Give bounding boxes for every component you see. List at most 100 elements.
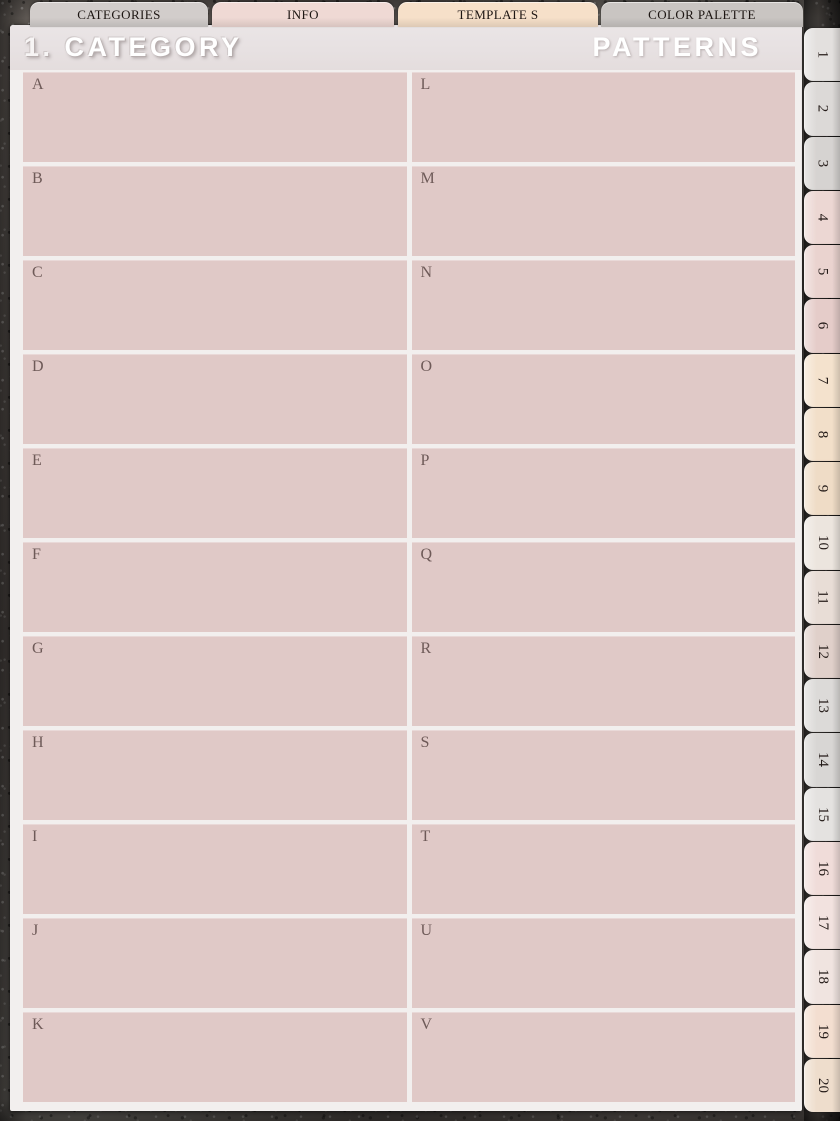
- side-tab-number: 14: [814, 752, 831, 768]
- entry-write-area[interactable]: [23, 848, 407, 914]
- entry-letter: T: [420, 828, 431, 845]
- side-tab-4[interactable]: 4: [804, 190, 840, 244]
- page-title-text: CATEGORY: [64, 32, 243, 62]
- entry-write-area[interactable]: [412, 190, 796, 256]
- entry-write-area[interactable]: [412, 754, 796, 820]
- entry-letter: C: [32, 264, 44, 281]
- entry-write-area[interactable]: [412, 1036, 796, 1102]
- side-tab-number: 16: [814, 860, 831, 876]
- side-tab-3[interactable]: 3: [804, 136, 840, 190]
- entry-write-area[interactable]: [412, 378, 796, 444]
- side-tab-14[interactable]: 14: [804, 733, 840, 787]
- top-tab-info[interactable]: INFO: [212, 2, 394, 27]
- side-tab-number: 13: [814, 698, 831, 714]
- entry-row[interactable]: R: [411, 636, 796, 726]
- side-tab-number: 15: [814, 806, 831, 822]
- entry-row[interactable]: P: [411, 448, 796, 538]
- entry-write-area[interactable]: [23, 754, 407, 820]
- side-tab-12[interactable]: 12: [804, 624, 840, 678]
- entry-write-area[interactable]: [23, 472, 407, 538]
- entry-letter: S: [420, 734, 430, 751]
- entry-write-area[interactable]: [412, 848, 796, 914]
- side-tab-1[interactable]: 1: [804, 28, 840, 82]
- side-tab-9[interactable]: 9: [804, 462, 840, 516]
- entry-write-area[interactable]: [23, 96, 407, 162]
- side-tab-20[interactable]: 20: [804, 1058, 840, 1112]
- entry-row[interactable]: H: [23, 730, 407, 820]
- side-tab-11[interactable]: 11: [804, 570, 840, 624]
- entry-row[interactable]: L: [411, 72, 796, 162]
- entry-write-area[interactable]: [412, 942, 796, 1008]
- entry-row[interactable]: T: [411, 824, 796, 914]
- entry-row[interactable]: S: [411, 730, 796, 820]
- entry-letter: M: [420, 170, 436, 187]
- left-column: A B C D E F G H I J K: [23, 72, 407, 1102]
- entry-write-area[interactable]: [23, 566, 407, 632]
- entry-row[interactable]: N: [411, 260, 796, 350]
- entry-write-area[interactable]: [23, 660, 407, 726]
- side-tab-number: 18: [814, 969, 831, 985]
- side-tab-number: 19: [814, 1023, 831, 1039]
- side-tab-10[interactable]: 10: [804, 516, 840, 570]
- entry-write-area[interactable]: [412, 284, 796, 350]
- top-tab-label: CATEGORIES: [77, 7, 161, 22]
- entry-letter: L: [420, 76, 431, 93]
- side-tab-8[interactable]: 8: [804, 407, 840, 461]
- entry-letter: V: [420, 1016, 433, 1033]
- entry-row[interactable]: Q: [411, 542, 796, 632]
- entry-write-area[interactable]: [412, 660, 796, 726]
- entry-letter: D: [32, 358, 45, 375]
- section-title: PATTERNS: [592, 32, 762, 62]
- side-tab-7[interactable]: 7: [804, 353, 840, 407]
- entry-write-area[interactable]: [23, 942, 407, 1008]
- side-tab-17[interactable]: 17: [804, 896, 840, 950]
- side-tab-13[interactable]: 13: [804, 679, 840, 733]
- entries-grid: A B C D E F G H I J K L M N O P Q R S T U V: [23, 72, 795, 1102]
- entry-row[interactable]: M: [411, 166, 796, 256]
- top-tab-categories[interactable]: CATEGORIES: [30, 2, 208, 27]
- entry-letter: Q: [420, 546, 433, 563]
- top-tab-color-palette[interactable]: COLOR PALETTE: [601, 2, 803, 27]
- side-tab-16[interactable]: 16: [804, 841, 840, 895]
- entry-row[interactable]: I: [23, 824, 407, 914]
- side-tab-19[interactable]: 19: [804, 1004, 840, 1058]
- entry-letter: H: [32, 734, 45, 751]
- entry-letter: J: [32, 922, 39, 939]
- entry-row[interactable]: J: [23, 918, 407, 1008]
- entry-write-area[interactable]: [23, 284, 407, 350]
- entry-row[interactable]: C: [23, 260, 407, 350]
- side-tab-2[interactable]: 2: [804, 82, 840, 136]
- side-tab-18[interactable]: 18: [804, 950, 840, 1004]
- top-tab-templates[interactable]: TEMPLATE S: [398, 2, 598, 27]
- side-tab-number: 7: [814, 376, 831, 384]
- entry-row[interactable]: O: [411, 354, 796, 444]
- side-tab-number: 11: [814, 589, 831, 605]
- side-tab-15[interactable]: 15: [804, 787, 840, 841]
- entry-write-area[interactable]: [412, 472, 796, 538]
- entry-write-area[interactable]: [412, 566, 796, 632]
- side-tab-number: 17: [814, 915, 831, 931]
- entry-row[interactable]: V: [411, 1012, 796, 1102]
- side-tab-number: 10: [814, 535, 831, 551]
- entry-row[interactable]: D: [23, 354, 407, 444]
- entry-row[interactable]: G: [23, 636, 407, 726]
- entry-letter: E: [32, 452, 43, 469]
- side-tab-number: 12: [814, 643, 831, 659]
- side-tab-6[interactable]: 6: [804, 299, 840, 353]
- entry-row[interactable]: A: [23, 72, 407, 162]
- entry-row[interactable]: E: [23, 448, 407, 538]
- entry-row[interactable]: F: [23, 542, 407, 632]
- entry-write-area[interactable]: [23, 190, 407, 256]
- entry-row[interactable]: U: [411, 918, 796, 1008]
- entry-row[interactable]: K: [23, 1012, 407, 1102]
- entry-letter: U: [420, 922, 433, 939]
- entry-row[interactable]: B: [23, 166, 407, 256]
- side-tab-number: 5: [814, 267, 831, 276]
- top-tab-label: TEMPLATE S: [457, 7, 539, 22]
- page-card: 1. CATEGORY PATTERNS A B C D E F G H I J K L M N O P Q R S…: [10, 25, 802, 1111]
- side-tab-5[interactable]: 5: [804, 245, 840, 299]
- entry-write-area[interactable]: [23, 378, 407, 444]
- entry-write-area[interactable]: [23, 1036, 407, 1102]
- entry-write-area[interactable]: [412, 96, 796, 162]
- side-tab-number: 6: [814, 322, 831, 330]
